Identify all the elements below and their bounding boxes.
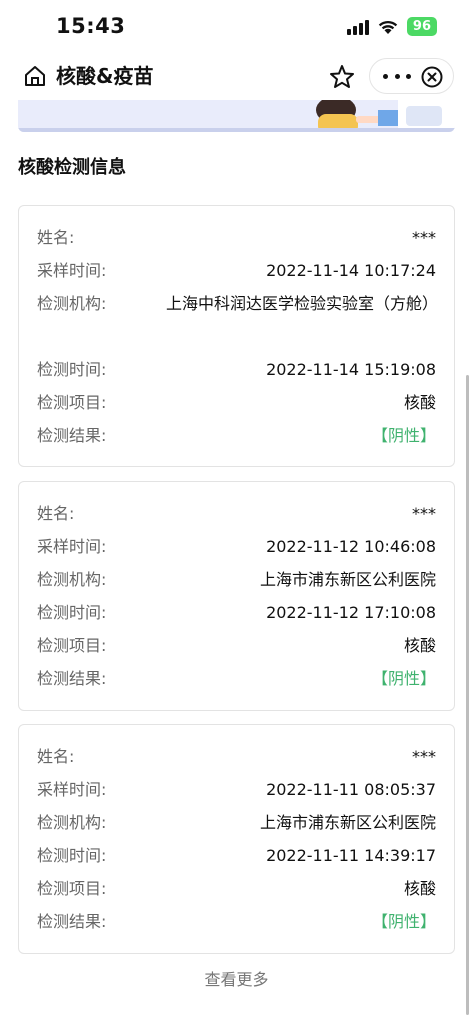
result-label: 检测结果:: [37, 912, 107, 931]
status-bar: 15:43 96: [0, 0, 473, 54]
miniprogram-capsule: [369, 58, 454, 94]
item-label: 检测项目:: [37, 636, 107, 655]
name-value: ***: [412, 504, 436, 523]
item-value: 核酸: [403, 393, 436, 412]
test-record-card: 姓名: *** 采样时间: 2022-11-14 10:17:24 检测机构: …: [18, 205, 455, 467]
wifi-icon: [378, 20, 398, 34]
institution-value: 上海市浦东新区公利医院: [259, 813, 436, 832]
test-time-label: 检测时间:: [37, 846, 107, 865]
test-record-card: 姓名: *** 采样时间: 2022-11-11 08:05:37 检测机构: …: [18, 724, 455, 954]
more-icon[interactable]: [383, 65, 411, 87]
cellular-signal-icon: [346, 19, 369, 35]
test-time-label: 检测时间:: [37, 360, 107, 379]
institution-label: 检测机构:: [37, 570, 107, 589]
banner-illustration: [18, 100, 455, 132]
sample-time-label: 采样时间:: [37, 780, 107, 799]
page-title: 核酸&疫苗: [56, 64, 154, 88]
test-time-value: 2022-11-11 14:39:17: [266, 846, 436, 865]
home-icon[interactable]: [22, 63, 48, 89]
institution-label: 检测机构:: [37, 813, 107, 832]
name-value: ***: [412, 747, 436, 766]
name-label: 姓名:: [37, 228, 75, 247]
sample-time-label: 采样时间:: [37, 261, 107, 280]
institution-label: 检测机构:: [37, 294, 107, 313]
result-label: 检测结果:: [37, 426, 107, 445]
item-value: 核酸: [403, 636, 436, 655]
sample-time-value: 2022-11-11 08:05:37: [266, 780, 436, 799]
name-value: ***: [412, 228, 436, 247]
sample-time-value: 2022-11-14 10:17:24: [266, 261, 436, 280]
institution-value: 上海市浦东新区公利医院: [259, 570, 436, 589]
name-label: 姓名:: [37, 747, 75, 766]
item-label: 检测项目:: [37, 393, 107, 412]
star-icon[interactable]: [328, 63, 356, 91]
result-value: 【阴性】: [371, 426, 436, 445]
status-icons: 96: [346, 17, 437, 36]
banner-image: [18, 100, 455, 132]
item-label: 检测项目:: [37, 879, 107, 898]
test-record-card: 姓名: *** 采样时间: 2022-11-12 10:46:08 检测机构: …: [18, 481, 455, 711]
sample-time-value: 2022-11-12 10:46:08: [266, 537, 436, 556]
test-time-value: 2022-11-14 15:19:08: [266, 360, 436, 379]
test-time-label: 检测时间:: [37, 603, 107, 622]
sample-time-label: 采样时间:: [37, 537, 107, 556]
name-label: 姓名:: [37, 504, 75, 523]
result-value: 【阴性】: [371, 669, 436, 688]
close-icon[interactable]: [420, 65, 444, 89]
record-row-institution: 检测机构: 上海中科润达医学检验实验室（方舱）: [37, 287, 439, 353]
view-more-link[interactable]: 查看更多: [0, 966, 473, 994]
test-time-value: 2022-11-12 17:10:08: [266, 603, 436, 622]
section-title: 核酸检测信息: [18, 157, 126, 178]
battery-icon: 96: [406, 17, 437, 36]
scrollbar[interactable]: [466, 375, 469, 1015]
result-value: 【阴性】: [371, 912, 436, 931]
status-time: 15:43: [56, 14, 126, 38]
nav-bar: 核酸&疫苗: [0, 54, 473, 100]
result-label: 检测结果:: [37, 669, 107, 688]
institution-value: 上海中科润达医学检验实验室（方舱）: [166, 294, 439, 313]
item-value: 核酸: [403, 879, 436, 898]
